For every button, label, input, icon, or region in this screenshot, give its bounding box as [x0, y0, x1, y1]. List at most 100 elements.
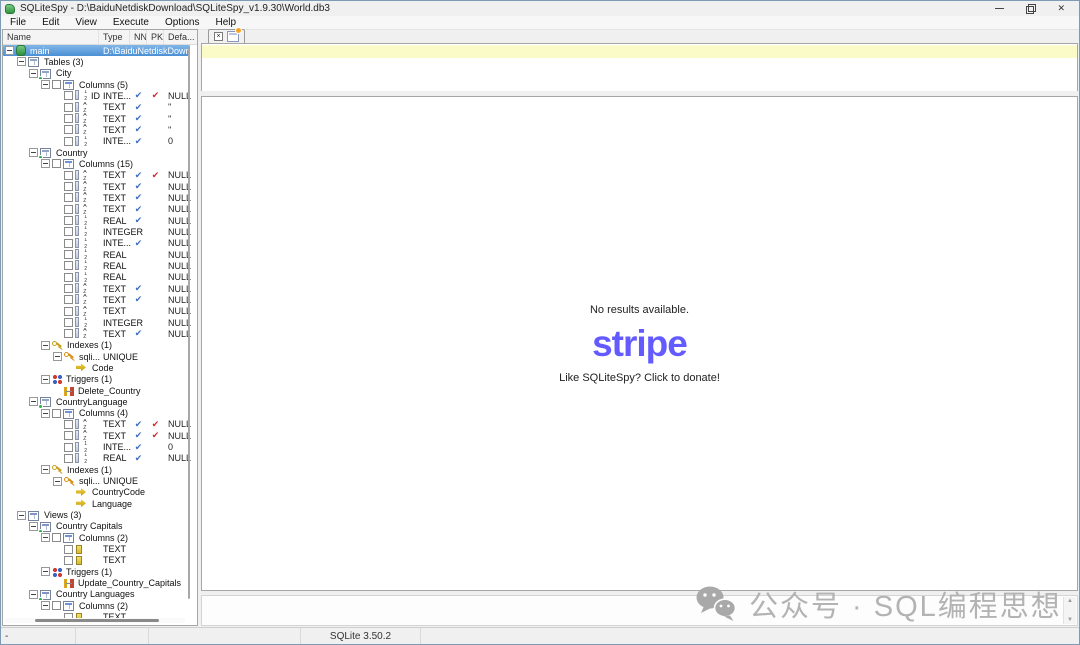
- collapse-toggle-icon[interactable]: [29, 148, 38, 157]
- tree-row[interactable]: AZTEXT✔✔NULL: [3, 419, 190, 430]
- tree-row-sqli[interactable]: sqli...UNIQUE: [3, 475, 190, 486]
- collapse-toggle-icon[interactable]: [29, 522, 38, 531]
- row-checkbox[interactable]: [64, 114, 73, 123]
- tree-header-nn[interactable]: NN: [130, 30, 147, 44]
- row-checkbox[interactable]: [64, 329, 73, 338]
- collapse-toggle-icon[interactable]: [41, 80, 50, 89]
- tree-row-delete-country[interactable]: Delete_Country: [3, 385, 190, 396]
- tree-row[interactable]: 12INTE...✔0: [3, 136, 190, 147]
- tree-row-columns-5[interactable]: Columns (5): [3, 79, 190, 90]
- row-checkbox[interactable]: [52, 601, 61, 610]
- tree-row[interactable]: AZTEXT✔NULL: [3, 181, 190, 192]
- row-checkbox[interactable]: [64, 431, 73, 440]
- tree-row-code[interactable]: Code: [3, 362, 190, 373]
- close-button[interactable]: ✕: [1057, 4, 1065, 13]
- tree-row-countrycode[interactable]: CountryCode: [3, 487, 190, 498]
- row-checkbox[interactable]: [64, 227, 73, 236]
- tree-row-columns-2[interactable]: Columns (2): [3, 532, 190, 543]
- tree-row[interactable]: 12REALNULL: [3, 260, 190, 271]
- collapse-toggle-icon[interactable]: [41, 601, 50, 610]
- tree-row[interactable]: 12INTEGERNULL: [3, 226, 190, 237]
- collapse-toggle-icon[interactable]: [41, 465, 50, 474]
- tree-row[interactable]: TEXT: [3, 555, 190, 566]
- minimize-button[interactable]: [995, 4, 1004, 13]
- row-checkbox[interactable]: [64, 556, 73, 565]
- tree-header-pk[interactable]: PK: [147, 30, 164, 44]
- row-checkbox[interactable]: [64, 295, 73, 304]
- tree-row-indexes-1[interactable]: Indexes (1): [3, 340, 190, 351]
- row-checkbox[interactable]: [64, 91, 73, 100]
- new-query-icon[interactable]: [227, 31, 239, 42]
- collapse-toggle-icon[interactable]: [41, 341, 50, 350]
- close-tab-icon[interactable]: ×: [214, 32, 223, 41]
- menu-item-file[interactable]: File: [2, 16, 34, 29]
- tree-row-triggers-1[interactable]: Triggers (1): [3, 566, 190, 577]
- row-checkbox[interactable]: [64, 318, 73, 327]
- tree-row-country-languages[interactable]: Country Languages: [3, 589, 190, 600]
- sql-editor[interactable]: [201, 43, 1078, 91]
- tree-row-main[interactable]: mainD:\BaiduNetdiskDownload\: [3, 45, 190, 56]
- row-checkbox[interactable]: [64, 171, 73, 180]
- collapse-toggle-icon[interactable]: [41, 567, 50, 576]
- tree-row[interactable]: 12REAL✔NULL: [3, 215, 190, 226]
- tree-row-countrylanguage[interactable]: CountryLanguage: [3, 396, 190, 407]
- collapse-toggle-icon[interactable]: [41, 375, 50, 384]
- tree-row-language[interactable]: Language: [3, 498, 190, 509]
- query-tab[interactable]: ×: [208, 29, 245, 43]
- row-checkbox[interactable]: [64, 273, 73, 282]
- menu-item-execute[interactable]: Execute: [105, 16, 157, 29]
- tree-row[interactable]: 12INTE...✔0: [3, 441, 190, 452]
- restore-button[interactable]: [1026, 4, 1035, 13]
- tree-vertical-scrollbar[interactable]: [188, 48, 190, 599]
- row-checkbox[interactable]: [64, 420, 73, 429]
- editor-active-line[interactable]: [202, 45, 1077, 58]
- menu-item-options[interactable]: Options: [157, 16, 207, 29]
- collapse-toggle-icon[interactable]: [29, 397, 38, 406]
- row-checkbox[interactable]: [64, 205, 73, 214]
- tree-row[interactable]: TEXT: [3, 543, 190, 554]
- tree-row[interactable]: AZTEXT✔✔NULL: [3, 170, 190, 181]
- tree-row[interactable]: AZTEXT✔'': [3, 102, 190, 113]
- tree-row-country[interactable]: Country: [3, 147, 190, 158]
- row-checkbox[interactable]: [64, 443, 73, 452]
- tree-row[interactable]: AZTEXT✔NULL: [3, 204, 190, 215]
- collapse-toggle-icon[interactable]: [5, 46, 14, 55]
- tree-row[interactable]: 12INTEGERNULL: [3, 317, 190, 328]
- row-checkbox[interactable]: [64, 284, 73, 293]
- collapse-toggle-icon[interactable]: [53, 352, 62, 361]
- collapse-toggle-icon[interactable]: [41, 533, 50, 542]
- tree-row[interactable]: AZTEXT✔NULL: [3, 283, 190, 294]
- collapse-toggle-icon[interactable]: [29, 69, 38, 78]
- row-checkbox[interactable]: [64, 125, 73, 134]
- tree-row[interactable]: AZTEXT✔NULL: [3, 328, 190, 339]
- row-checkbox[interactable]: [64, 250, 73, 259]
- donate-link[interactable]: Like SQLiteSpy? Click to donate!: [559, 372, 720, 384]
- tree-row-country-capitals[interactable]: Country Capitals: [3, 521, 190, 532]
- scroll-up-icon[interactable]: ▲: [1064, 597, 1076, 605]
- tree-row-columns-15[interactable]: Columns (15): [3, 158, 190, 169]
- collapse-toggle-icon[interactable]: [53, 477, 62, 486]
- tree-row[interactable]: 12INTE...✔NULL: [3, 238, 190, 249]
- row-checkbox[interactable]: [64, 216, 73, 225]
- row-checkbox[interactable]: [52, 533, 61, 542]
- tree-row-update-country-capitals[interactable]: Update_Country_Capitals: [3, 577, 190, 588]
- row-checkbox[interactable]: [64, 239, 73, 248]
- row-checkbox[interactable]: [64, 307, 73, 316]
- tree-row-id[interactable]: 12IDINTE...✔✔NULL: [3, 90, 190, 101]
- collapse-toggle-icon[interactable]: [41, 159, 50, 168]
- tree-header-type[interactable]: Type: [99, 30, 130, 44]
- tree-row[interactable]: AZTEXT✔'': [3, 113, 190, 124]
- tree-row-indexes-1[interactable]: Indexes (1): [3, 464, 190, 475]
- row-checkbox[interactable]: [64, 182, 73, 191]
- tree-row-triggers-1[interactable]: Triggers (1): [3, 374, 190, 385]
- tree-row-views-3[interactable]: Views (3): [3, 509, 190, 520]
- tree-row[interactable]: 12REALNULL: [3, 272, 190, 283]
- tree-row-columns-4[interactable]: Columns (4): [3, 408, 190, 419]
- tree-header-default[interactable]: Defa...: [164, 30, 197, 44]
- row-checkbox[interactable]: [52, 159, 61, 168]
- stripe-logo[interactable]: stripe: [592, 325, 687, 362]
- row-checkbox[interactable]: [64, 261, 73, 270]
- row-checkbox[interactable]: [52, 409, 61, 418]
- tree-row-columns-2[interactable]: Columns (2): [3, 600, 190, 611]
- row-checkbox[interactable]: [64, 454, 73, 463]
